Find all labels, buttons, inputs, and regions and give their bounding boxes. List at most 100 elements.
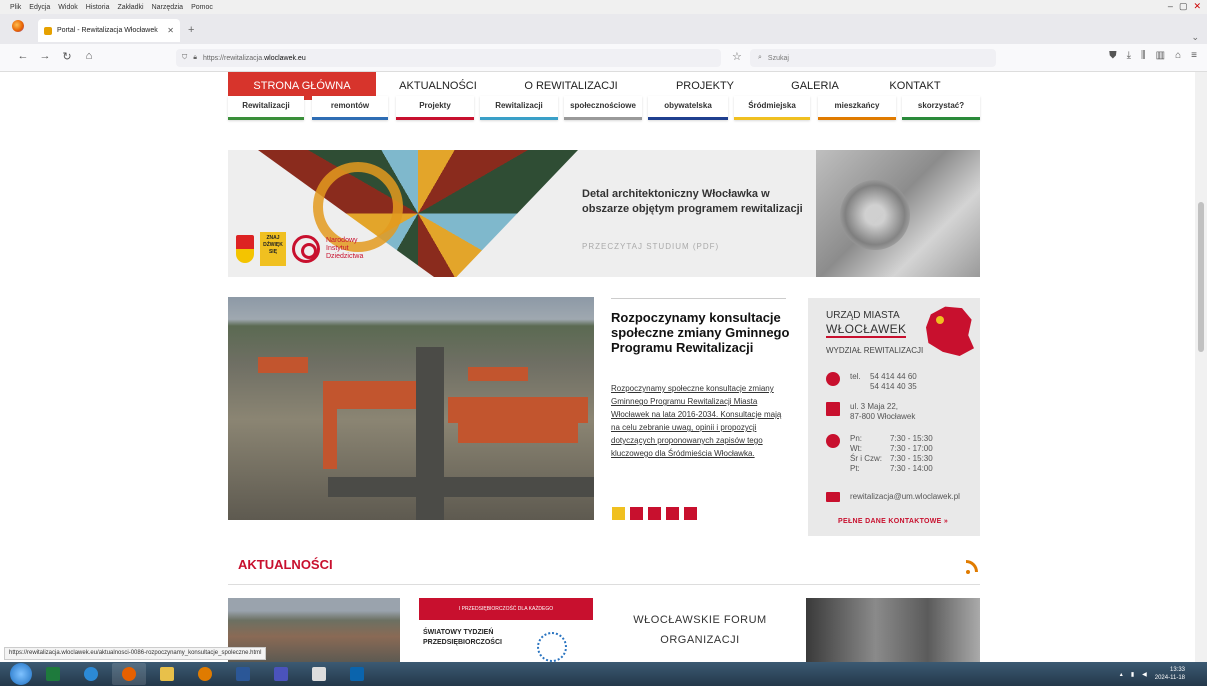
subnav-item[interactable]: obywatelska xyxy=(648,96,728,120)
contact-department: WYDZIAŁ REWITALIZACJI xyxy=(826,346,924,355)
subnav-item[interactable]: Projekty xyxy=(396,96,474,120)
hamburger-menu-icon[interactable]: ≡ xyxy=(1191,50,1197,61)
slide-photo[interactable] xyxy=(228,297,594,520)
maximize-icon[interactable]: ▢ xyxy=(1179,1,1188,12)
search-bar[interactable]: ⌕ Szukaj xyxy=(750,49,996,67)
url-domain: wloclawek.eu xyxy=(264,54,306,62)
phone-1[interactable]: 54 414 44 60 xyxy=(870,372,917,382)
library-icon[interactable]: ⫼ xyxy=(1141,50,1146,61)
toolbar-tools: ⛊ ⤓ ⫼ ▥ ⌂ ≡ xyxy=(1109,50,1197,61)
search-placeholder: Szukaj xyxy=(767,54,789,62)
taskbar-ie[interactable] xyxy=(74,663,108,685)
banner-text: Detal architektoniczny Włocławka w obsza… xyxy=(582,188,803,215)
subnav-item[interactable]: Rewitalizacji xyxy=(480,96,558,120)
email-row: rewitalizacja@um.wloclawek.pl xyxy=(826,492,976,506)
partner-logos: ZNAJ DŹWIĘK SIĘ Narodowy Instytut Dziedz… xyxy=(236,232,378,266)
menu-help[interactable]: Pomoc xyxy=(191,4,213,11)
clock[interactable]: 13:33 2024-11-18 xyxy=(1155,666,1185,682)
slide-description[interactable]: Rozpoczynamy społeczne konsultacje zmian… xyxy=(611,382,791,460)
dots-circle-graphic xyxy=(537,632,567,662)
browser-toolbar: ← → ↻ ⌂ ⛉ 🔒︎ https://rewitalizacja.wlocl… xyxy=(0,44,1207,72)
search-icon: ⌕ xyxy=(758,54,762,61)
news-card-sculpture[interactable] xyxy=(806,598,980,662)
subnav-item[interactable]: mieszkańcy xyxy=(818,96,896,120)
slide-title[interactable]: Rozpoczynamy konsultacje społeczne zmian… xyxy=(611,310,791,355)
pocket-icon[interactable]: ⛊ xyxy=(1109,50,1117,61)
hours-day: Śr i Czw: xyxy=(850,454,882,463)
address-line-1: ul. 3 Maja 22, xyxy=(850,402,899,411)
taskbar-calculator[interactable] xyxy=(302,663,336,685)
rss-icon[interactable] xyxy=(966,560,978,574)
contact-card: URZĄD MIASTA WŁOCŁAWEK WYDZIAŁ REWITALIZ… xyxy=(808,298,980,536)
download-icon[interactable]: ⤓ xyxy=(1127,50,1131,61)
news-card-entrepreneurship[interactable]: I PRZEDSIĘBIORCZOŚĆ DLA KAŻDEGO ŚWIATOWY… xyxy=(419,598,593,662)
slide-dot[interactable] xyxy=(648,507,661,520)
menu-tools[interactable]: Narzędzia xyxy=(152,4,184,11)
nav-buttons: ← → ↻ ⌂ xyxy=(12,50,100,63)
menu-view[interactable]: Widok xyxy=(58,4,77,11)
browser-tab[interactable]: Portal - Rewitalizacja Włocławek ✕ xyxy=(38,19,180,42)
start-button[interactable] xyxy=(10,663,32,685)
taskbar-teams[interactable] xyxy=(264,663,298,685)
tray-arrow-icon[interactable]: ▴ xyxy=(1120,671,1123,678)
phone-label: tel. xyxy=(850,372,861,381)
menu-edit[interactable]: Edycja xyxy=(29,4,50,11)
reload-icon[interactable]: ↻ xyxy=(56,50,78,63)
bookmark-star-icon[interactable]: ☆ xyxy=(732,50,742,63)
slide-dot[interactable] xyxy=(612,507,625,520)
lock-icon[interactable]: 🔒︎ xyxy=(193,54,197,62)
back-icon[interactable]: ← xyxy=(12,50,34,63)
minimize-icon[interactable]: – xyxy=(1168,1,1173,12)
list-tabs-icon[interactable]: ⌄ xyxy=(1191,32,1199,43)
scrollbar-thumb[interactable] xyxy=(1198,202,1204,352)
taskbar-firefox[interactable] xyxy=(112,663,146,685)
hours-time: 7:30 - 15:30 xyxy=(890,434,933,443)
news-card-forum[interactable]: WŁOCŁAWSKIE FORUM ORGANIZACJI xyxy=(610,598,790,662)
news-divider xyxy=(228,584,980,585)
nid-logo-icon xyxy=(292,235,320,263)
taskbar-word[interactable] xyxy=(226,663,260,685)
url-bar[interactable]: ⛉ 🔒︎ https://rewitalizacja.wloclawek.eu xyxy=(176,49,721,67)
forward-icon[interactable]: → xyxy=(34,50,56,63)
full-contact-link[interactable]: PEŁNE DANE KONTAKTOWE » xyxy=(838,518,948,525)
extensions-icon[interactable]: ⌂ xyxy=(1175,50,1181,61)
subnav-item[interactable]: Rewitalizacji xyxy=(228,96,304,120)
home-icon[interactable]: ⌂ xyxy=(78,50,100,63)
hours-day: Pt: xyxy=(850,464,860,473)
study-banner[interactable]: ZNAJ DŹWIĘK SIĘ Narodowy Instytut Dziedz… xyxy=(228,150,980,277)
page-scrollbar[interactable] xyxy=(1195,72,1207,662)
contact-heading: URZĄD MIASTA xyxy=(826,310,900,321)
new-tab-icon[interactable]: + xyxy=(188,24,194,36)
menu-history[interactable]: Historia xyxy=(86,4,110,11)
slide-dot[interactable] xyxy=(630,507,643,520)
close-icon[interactable]: ✕ xyxy=(1193,1,1201,12)
volume-icon[interactable]: ◀ xyxy=(1142,671,1147,678)
slide-dot[interactable] xyxy=(684,507,697,520)
menu-bookmarks[interactable]: Zakładki xyxy=(117,4,143,11)
slide-dot[interactable] xyxy=(666,507,679,520)
taskbar-outlook[interactable] xyxy=(340,663,374,685)
firefox-icon xyxy=(12,20,24,32)
phone-2[interactable]: 54 414 40 35 xyxy=(870,382,917,392)
subnav-item[interactable]: remontów xyxy=(312,96,388,120)
banner-pdf-link[interactable]: PRZECZYTAJ STUDIUM (PDF) xyxy=(582,242,719,251)
network-icon[interactable]: ▮ xyxy=(1131,671,1134,678)
sidebar-icon[interactable]: ▥ xyxy=(1156,50,1165,61)
menu-file[interactable]: Plik xyxy=(10,4,21,11)
taskbar-excel[interactable] xyxy=(36,663,70,685)
email-link[interactable]: rewitalizacja@um.wloclawek.pl xyxy=(850,492,960,502)
subnav-item[interactable]: Śródmiejska xyxy=(734,96,810,120)
system-tray: ▴ ▮ ◀ 13:33 2024-11-18 xyxy=(1120,666,1185,682)
slide-pagination xyxy=(612,507,697,520)
divider xyxy=(611,298,786,299)
tab-bar: Portal - Rewitalizacja Włocławek ✕ + ⌄ xyxy=(0,14,1207,44)
status-url: https://rewitalizacja.wloclawek.eu/aktua… xyxy=(4,647,267,660)
subnav-item[interactable]: skorzystać? xyxy=(902,96,980,120)
shield-icon[interactable]: ⛉ xyxy=(182,54,187,62)
taskbar-explorer[interactable] xyxy=(150,663,184,685)
subnav-item[interactable]: społecznościowe xyxy=(564,96,642,120)
taskbar-media[interactable] xyxy=(188,663,222,685)
envelope-icon xyxy=(826,492,840,502)
tab-close-icon[interactable]: ✕ xyxy=(167,26,174,35)
favicon-icon xyxy=(44,26,52,35)
